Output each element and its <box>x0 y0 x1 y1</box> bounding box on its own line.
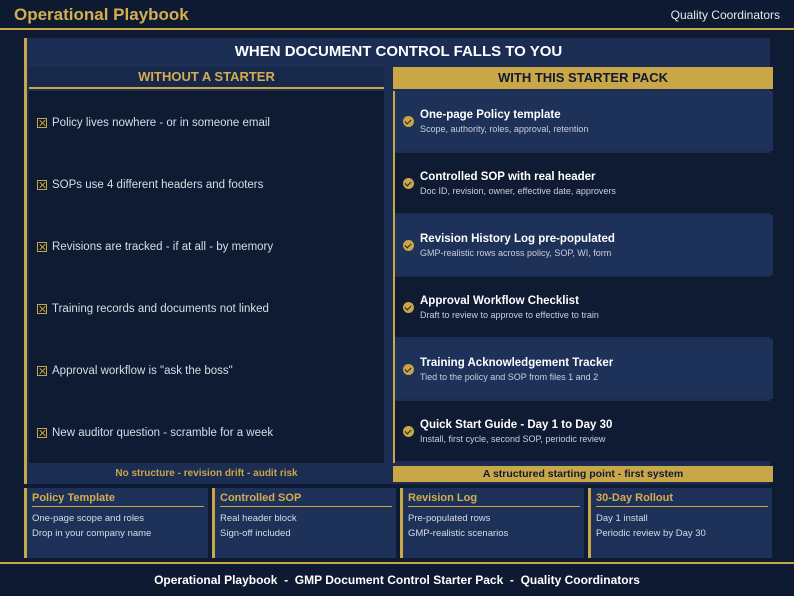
page-footer: Operational Playbook - GMP Document Cont… <box>0 562 794 596</box>
problem-text: New auditor question - scramble for a we… <box>52 427 274 439</box>
problem-text: Policy lives nowhere - or in someone ema… <box>52 117 270 129</box>
card-line: Day 1 install <box>596 513 648 524</box>
card-line: Periodic review by Day 30 <box>596 528 706 539</box>
problem-text: Revisions are tracked - if at all - by m… <box>52 241 274 253</box>
problem-text: SOPs use 4 different headers and footers <box>52 179 264 191</box>
check-circle-icon <box>403 301 414 313</box>
top-bar: Operational Playbook Quality Coordinator… <box>0 0 794 30</box>
solution-subtitle: Doc ID, revision, owner, effective date,… <box>420 185 616 196</box>
card-title: Policy Template <box>32 492 204 507</box>
solution-subtitle: Draft to review to approve to effective … <box>420 309 599 320</box>
panel-banner: WHEN DOCUMENT CONTROL FALLS TO YOU <box>234 43 563 60</box>
brand-title: Operational Playbook <box>14 5 189 24</box>
feature-card-sop: Controlled SOP Real header block Sign-of… <box>212 488 396 558</box>
solution-item: Quick Start Guide - Day 1 to Day 30 Inst… <box>395 401 773 461</box>
problem-item: Training records and documents not linke… <box>29 279 384 339</box>
without-summary: No structure - revision drift - audit ri… <box>115 468 298 479</box>
check-circle-icon <box>403 177 414 189</box>
check-circle-icon <box>403 363 414 375</box>
problem-text: Training records and documents not linke… <box>52 303 269 315</box>
problem-item: Approval workflow is "ask the boss" <box>29 341 384 401</box>
solution-title: Approval Workflow Checklist <box>420 294 579 307</box>
problem-item: SOPs use 4 different headers and footers <box>29 155 384 215</box>
card-line: One-page scope and roles <box>32 513 144 524</box>
solution-subtitle: GMP-realistic rows across policy, SOP, W… <box>420 247 612 258</box>
solution-title: Controlled SOP with real header <box>420 170 596 183</box>
problem-text: Approval workflow is "ask the boss" <box>52 365 233 377</box>
card-title: Controlled SOP <box>220 492 392 507</box>
solution-item: Revision History Log pre-populated GMP-r… <box>395 215 773 275</box>
check-circle-icon <box>403 115 414 127</box>
feature-card-revision-log: Revision Log Pre-populated rows GMP-real… <box>400 488 584 558</box>
solution-item: Approval Workflow Checklist Draft to rev… <box>395 277 773 337</box>
solution-subtitle: Tied to the policy and SOP from files 1 … <box>420 371 599 382</box>
with-heading: WITH THIS STARTER PACK <box>393 67 773 89</box>
problem-item: New auditor question - scramble for a we… <box>29 403 384 463</box>
card-line: GMP-realistic scenarios <box>408 528 509 539</box>
solution-subtitle: Install, first cycle, second SOP, period… <box>420 433 606 444</box>
with-summary: A structured starting point - first syst… <box>393 466 773 482</box>
check-circle-icon <box>403 425 414 437</box>
solution-title: One-page Policy template <box>420 108 561 121</box>
feature-card-rollout: 30-Day Rollout Day 1 install Periodic re… <box>588 488 772 558</box>
check-circle-icon <box>403 239 414 251</box>
feature-card-policy: Policy Template One-page scope and roles… <box>24 488 208 558</box>
solution-title: Revision History Log pre-populated <box>420 232 615 245</box>
without-heading: WITHOUT A STARTER <box>29 67 384 89</box>
with-column: One-page Policy template Scope, authorit… <box>393 91 773 463</box>
x-box-icon <box>37 428 47 438</box>
x-box-icon <box>37 366 47 376</box>
without-column: Policy lives nowhere - or in someone ema… <box>29 91 384 463</box>
comparison-panel: WHEN DOCUMENT CONTROL FALLS TO YOU WITHO… <box>24 38 773 484</box>
solution-item: One-page Policy template Scope, authorit… <box>395 91 773 151</box>
problem-item: Revisions are tracked - if at all - by m… <box>29 217 384 277</box>
problem-item: Policy lives nowhere - or in someone ema… <box>29 93 384 153</box>
card-line: Real header block <box>220 513 297 524</box>
card-title: Revision Log <box>408 492 580 507</box>
solution-title: Quick Start Guide - Day 1 to Day 30 <box>420 418 613 431</box>
card-line: Sign-off included <box>220 528 291 539</box>
x-box-icon <box>37 180 47 190</box>
card-line: Pre-populated rows <box>408 513 491 524</box>
audience-label: Quality Coordinators <box>670 8 780 22</box>
solution-title: Training Acknowledgement Tracker <box>420 356 614 369</box>
solution-subtitle: Scope, authority, roles, approval, reten… <box>420 123 589 134</box>
solution-item: Training Acknowledgement Tracker Tied to… <box>395 339 773 399</box>
x-box-icon <box>37 304 47 314</box>
x-box-icon <box>37 242 47 252</box>
solution-item: Controlled SOP with real header Doc ID, … <box>395 153 773 213</box>
x-box-icon <box>37 118 47 128</box>
card-line: Drop in your company name <box>32 528 152 539</box>
card-title: 30-Day Rollout <box>596 492 768 507</box>
